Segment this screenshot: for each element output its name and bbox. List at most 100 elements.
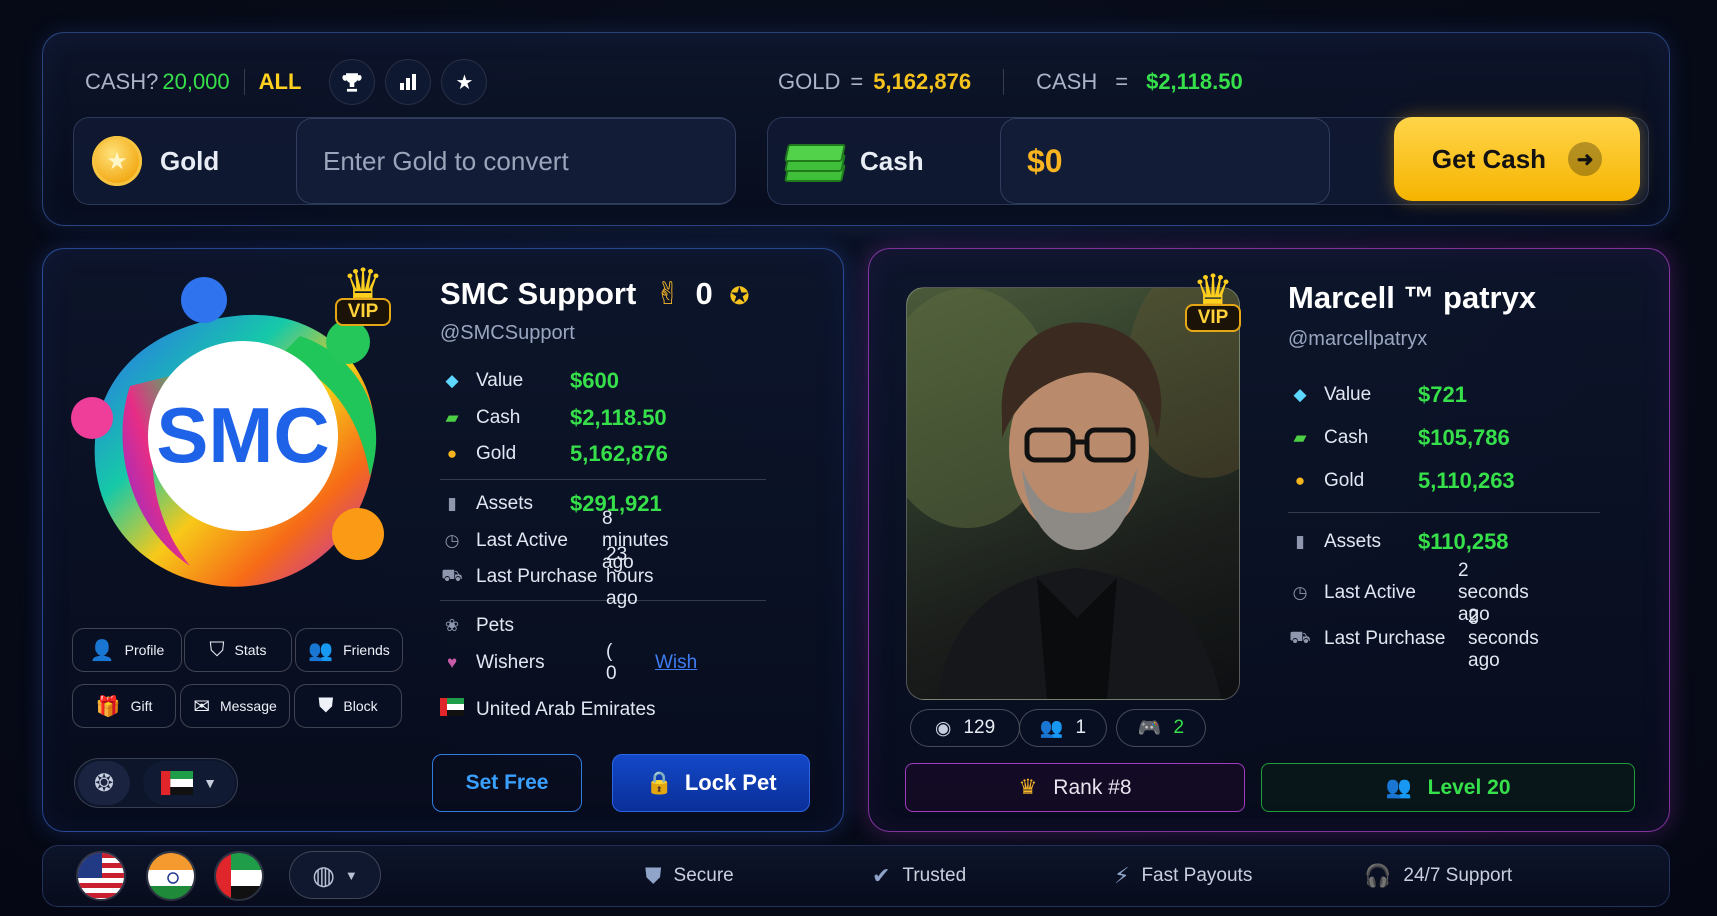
views-count: 129 — [963, 717, 996, 738]
cash-icon: ▰ — [445, 408, 459, 427]
cash-stack-icon — [784, 138, 846, 184]
profile-name: Marcell ™ patryx — [1288, 280, 1537, 315]
cash-rate-equals: = — [1115, 69, 1129, 94]
level-button[interactable]: 👥 Level 20 — [1261, 763, 1635, 812]
divider — [243, 69, 245, 95]
get-cash-button[interactable]: Get Cash ➜ — [1394, 117, 1640, 201]
stat-value: ◆ Value $721 — [1288, 382, 1467, 407]
divider — [440, 479, 766, 480]
uae-flag-button[interactable] — [214, 851, 264, 901]
stat-value: ◆ Value $600 — [440, 368, 619, 393]
vip-crown-badge: ♛ VIP — [1182, 268, 1244, 340]
rank-button[interactable]: ♛ Rank #8 — [905, 763, 1245, 812]
stats-button-label: Stats — [234, 642, 267, 658]
language-select[interactable]: ◍ ▼ — [289, 851, 381, 899]
profile-handle: @SMCSupport — [440, 322, 575, 344]
support-label: 24/7 Support — [1403, 865, 1513, 886]
stat-value-amount: $721 — [1418, 382, 1467, 407]
get-cash-label: Get Cash — [1431, 143, 1547, 174]
heart-icon: ♥ — [446, 653, 458, 672]
profile-photo — [906, 287, 1240, 700]
friends-chip: 👥 1 — [1019, 709, 1107, 747]
rank-label: Rank #8 — [1053, 775, 1132, 799]
message-button[interactable]: ✉ Message — [180, 684, 290, 728]
stat-gold-amount: 5,162,876 — [570, 441, 668, 466]
block-button[interactable]: ⛊ Block — [294, 684, 402, 728]
eye-icon: ◉ — [934, 717, 952, 739]
cash-summary-bar: CASH? 20,000 ALL ★ — [85, 57, 488, 107]
wishers-label: Wishers — [476, 652, 545, 673]
stat-label: Last Purchase — [476, 566, 598, 587]
star-icon[interactable]: ★ — [441, 59, 488, 105]
stat-last-active: ◷ Last Active 2 seconds ago — [1288, 560, 1529, 625]
stat-last-purchase: ⛟ Last Purchase 23 hours ago — [440, 544, 653, 609]
stat-label: Last Active — [1324, 582, 1416, 603]
community-icon[interactable]: ❂ — [78, 761, 130, 805]
envelope-icon: ✉ — [193, 695, 210, 718]
trusted-label: Trusted — [902, 865, 967, 886]
shield-icon: ⛊ — [318, 694, 334, 717]
country-select[interactable]: ▼ — [143, 761, 235, 805]
users-icon: 👥 — [308, 639, 334, 662]
trophy-icon[interactable] — [329, 59, 376, 105]
wishers-value: 0 — [606, 663, 617, 684]
gift-icon: 🎁 — [95, 695, 121, 718]
set-free-button[interactable]: Set Free — [432, 754, 582, 812]
paw-icon: ❀ — [444, 616, 460, 635]
stats-button[interactable]: ⛉ Stats — [184, 628, 292, 672]
gamepad-icon: 🎮 — [1137, 718, 1162, 739]
cash-rate-label: CASH — [1036, 69, 1098, 94]
check-circle-icon: ✔ — [872, 863, 891, 888]
level-label: Level 20 — [1427, 775, 1511, 799]
stat-assets-amount: $110,258 — [1418, 529, 1509, 554]
users-icon: 👥 — [1039, 718, 1064, 739]
gold-converter: ★ Gold — [73, 117, 736, 205]
bar-chart-icon[interactable] — [385, 59, 432, 105]
stat-label: Last Purchase — [1324, 628, 1446, 649]
stat-value-amount: $600 — [570, 368, 619, 393]
gold-rate-label: GOLD — [778, 69, 841, 94]
cash-output-field: $0 — [1000, 118, 1330, 204]
us-flag-button[interactable] — [76, 851, 126, 901]
clock-icon: ◷ — [444, 531, 460, 550]
cart-icon: ⛟ — [1289, 628, 1311, 647]
gift-button[interactable]: 🎁 Gift — [72, 684, 176, 728]
gold-rate-equals: = — [850, 69, 864, 94]
coin-icon: ● — [446, 444, 458, 463]
gift-button-label: Gift — [130, 698, 153, 714]
secure-badge: ⛊ Secure — [645, 858, 734, 894]
diamond-icon: ◆ — [1293, 385, 1307, 404]
user-icon: 👤 — [89, 639, 115, 662]
profile-handle: @marcellpatryx — [1288, 328, 1428, 350]
stat-label: Value — [476, 370, 524, 391]
wish-link[interactable]: Wish — [655, 652, 697, 674]
india-flag-button[interactable] — [146, 851, 196, 901]
stat-label: Assets — [476, 493, 534, 514]
games-count: 2 — [1173, 717, 1185, 738]
cash-icon: ▰ — [1293, 428, 1307, 447]
stat-label: Gold — [1324, 470, 1365, 491]
fast-payouts-badge: ⚡ Fast Payouts — [1114, 858, 1252, 894]
shield-icon: ⛊ — [645, 863, 662, 888]
lock-pet-button[interactable]: 🔒 Lock Pet — [612, 754, 810, 812]
medal-icon: ✪ — [729, 283, 750, 310]
stat-cash-amount: $105,786 — [1418, 425, 1510, 450]
stat-gold: ● Gold 5,162,876 — [440, 441, 668, 466]
gold-coin-icon: ★ — [92, 136, 142, 186]
profile-button[interactable]: 👤 Profile — [72, 628, 182, 672]
gold-amount-input[interactable] — [296, 118, 736, 204]
stat-assets: ▮ Assets $291,921 — [440, 491, 661, 516]
coin-icon: ● — [1294, 471, 1306, 490]
victory-hand-icon: ✌ — [654, 276, 681, 311]
profile-name: SMC Support ✌ 0 ✪ — [440, 276, 750, 312]
stat-label: Cash — [1324, 427, 1369, 448]
pets-label: Pets — [476, 615, 515, 636]
cash-converter-label: Cash — [768, 118, 990, 204]
friends-button[interactable]: 👥 Friends — [295, 628, 403, 672]
stat-gold-amount: 5,110,263 — [1418, 468, 1515, 493]
all-button[interactable]: ALL — [259, 69, 302, 95]
stat-last-purchase: ⛟ Last Purchase 2 seconds ago — [1288, 606, 1538, 671]
profile-name-text: SMC Support — [440, 276, 637, 311]
headset-icon: 🎧 — [1364, 863, 1392, 888]
stat-cash: ▰ Cash $105,786 — [1288, 425, 1509, 450]
